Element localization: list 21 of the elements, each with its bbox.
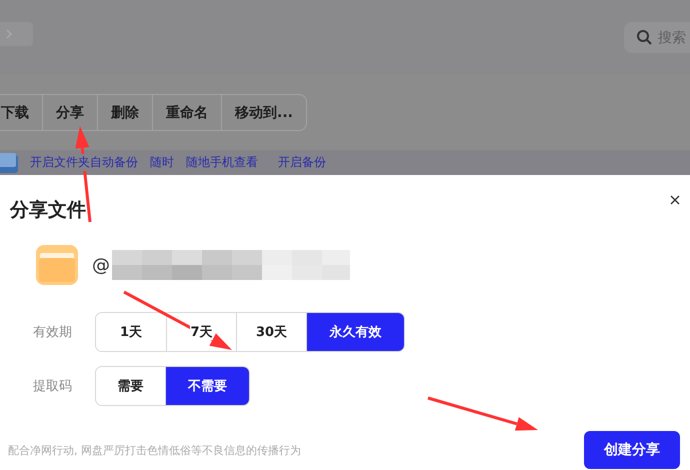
code-option[interactable]: 不需要 xyxy=(165,367,249,405)
validity-option[interactable]: 永久有效 xyxy=(306,313,404,351)
code-label: 提取码 xyxy=(32,378,73,395)
search-icon xyxy=(637,30,652,45)
banner-link[interactable]: 开启备份 xyxy=(278,154,326,171)
file-name: @ xyxy=(92,254,110,276)
dialog-title: 分享文件 xyxy=(10,198,86,223)
banner-link[interactable]: 随时 xyxy=(150,154,174,171)
folder-icon xyxy=(36,245,78,285)
validity-label: 有效期 xyxy=(32,324,73,341)
banner-link[interactable]: 开启文件夹自动备份 xyxy=(30,154,138,171)
banner-link[interactable]: 随地手机查看 xyxy=(186,154,258,171)
toolbar-button[interactable]: 移动到... xyxy=(221,95,306,130)
toolbar-button[interactable]: 重命名 xyxy=(152,95,221,130)
close-button[interactable] xyxy=(668,193,682,207)
toolbar-button[interactable]: 删除 xyxy=(97,95,152,130)
close-icon xyxy=(670,195,680,205)
toolbar-button[interactable]: 下载 xyxy=(0,95,42,130)
create-share-button[interactable]: 创建分享 xyxy=(584,431,680,469)
backup-folder-icon xyxy=(0,152,18,172)
notice-text: 配合净网行动, 网盘严厉打击色情低俗等不良信息的传播行为 xyxy=(8,443,301,459)
